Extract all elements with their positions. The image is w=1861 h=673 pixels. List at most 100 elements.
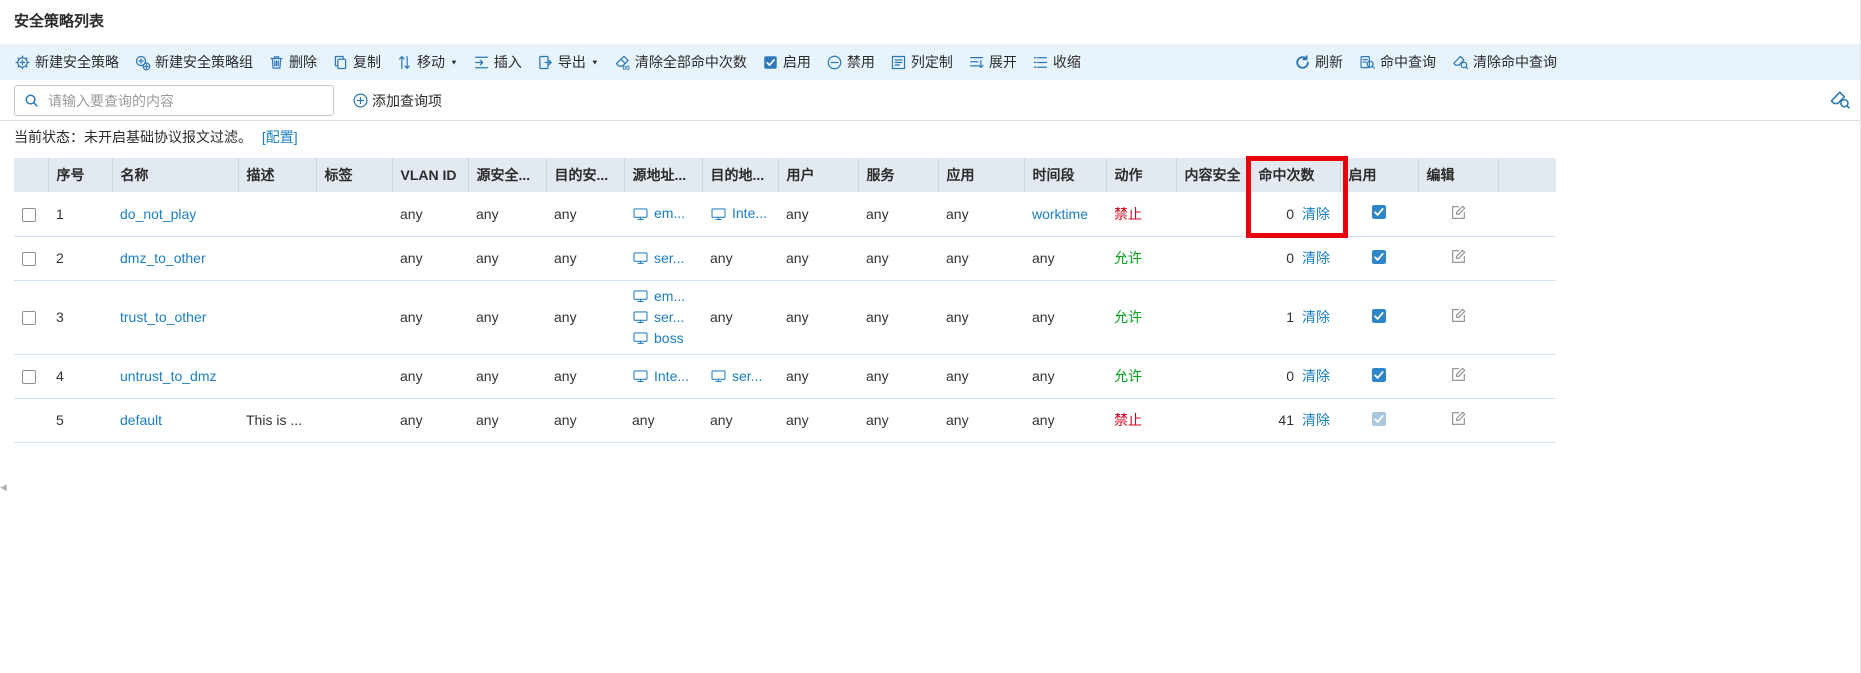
cell-src_zone: any	[476, 412, 499, 428]
toolbar-new-policy-button[interactable]: 新建安全策略	[14, 52, 119, 72]
policy-table: 序号名称描述标签VLAN ID源安全...目的安...源地址...目的地...用…	[14, 158, 1556, 443]
toolbar-move-button[interactable]: 移动▼	[396, 52, 458, 72]
toolbar-delete-button[interactable]: 删除	[268, 52, 317, 72]
config-link[interactable]: [配置]	[262, 129, 298, 145]
policy-table-wrap: 序号名称描述标签VLAN ID源安全...目的安...源地址...目的地...用…	[14, 158, 1556, 443]
toolbar-insert-button[interactable]: 插入	[473, 52, 522, 72]
edit-button[interactable]	[1450, 410, 1467, 427]
destination-address-link[interactable]: Inte...	[732, 203, 767, 224]
cell-user: any	[786, 250, 809, 266]
clear-hit-query-icon	[1452, 54, 1469, 71]
toolbar-copy-button[interactable]: 复制	[332, 52, 381, 72]
search-box[interactable]	[14, 85, 334, 116]
clear-query-button[interactable]	[1829, 89, 1851, 111]
row-select-checkbox[interactable]	[22, 208, 36, 222]
toolbar-export-button[interactable]: 导出▼	[537, 52, 599, 72]
column-header-action[interactable]: 动作	[1106, 158, 1176, 192]
column-header-dst_addr[interactable]: 目的地...	[702, 158, 778, 192]
toolbar-move-label: 移动	[417, 52, 445, 72]
row-seq: 2	[56, 250, 64, 266]
column-header-seq[interactable]: 序号	[48, 158, 112, 192]
column-header-desc[interactable]: 描述	[238, 158, 316, 192]
source-address-link[interactable]: Inte...	[654, 366, 689, 387]
column-header-vlan[interactable]: VLAN ID	[392, 158, 468, 192]
column-header-app[interactable]: 应用	[938, 158, 1024, 192]
enable-checkbox-icon[interactable]	[1371, 204, 1387, 220]
column-header-edit[interactable]: 编辑	[1418, 158, 1498, 192]
column-header-time[interactable]: 时间段	[1024, 158, 1106, 192]
source-address-any: any	[632, 410, 694, 431]
clear-hits-link[interactable]: 清除	[1302, 250, 1330, 266]
row-select-checkbox[interactable]	[22, 311, 36, 325]
toolbar-enable-button[interactable]: 启用	[762, 52, 811, 72]
policy-name-link[interactable]: trust_to_other	[120, 309, 206, 325]
source-address-link[interactable]: em...	[654, 286, 685, 307]
toolbar-column-custom-button[interactable]: 列定制	[890, 52, 953, 72]
search-row: 添加查询项	[0, 80, 1860, 121]
toolbar-refresh-button[interactable]: 刷新	[1294, 52, 1343, 72]
clear-hits-link[interactable]: 清除	[1302, 309, 1330, 325]
column-header-tag[interactable]: 标签	[316, 158, 392, 192]
column-header-name[interactable]: 名称	[112, 158, 238, 192]
clear-hits-link[interactable]: 清除	[1302, 206, 1330, 222]
row-select-checkbox[interactable]	[22, 370, 36, 384]
toolbar-clear-hit-query-button[interactable]: 清除命中查询	[1452, 52, 1557, 72]
cell-vlan: any	[400, 309, 423, 325]
source-address-link[interactable]: ser...	[654, 248, 684, 269]
row-seq: 3	[56, 309, 64, 325]
enable-checkbox-icon[interactable]	[1371, 249, 1387, 265]
toolbar-hit-query-label: 命中查询	[1380, 52, 1436, 72]
cell-dst_zone: any	[554, 412, 577, 428]
column-header-service[interactable]: 服务	[858, 158, 938, 192]
column-header-dst_zone[interactable]: 目的安...	[546, 158, 624, 192]
table-row: 4untrust_to_dmzanyanyanyInte...ser...any…	[14, 354, 1556, 398]
action-label: 禁止	[1114, 412, 1142, 428]
toolbar-collapse-button[interactable]: 收缩	[1032, 52, 1081, 72]
edit-button[interactable]	[1450, 204, 1467, 221]
destination-address-link[interactable]: ser...	[732, 366, 762, 387]
row-desc: This is ...	[246, 412, 302, 428]
policy-name-link[interactable]: do_not_play	[120, 206, 196, 222]
toolbar-new-policy-group-button[interactable]: 新建安全策略组	[134, 52, 253, 72]
source-address-link[interactable]: boss	[654, 328, 684, 349]
search-input[interactable]	[46, 92, 333, 110]
row-select-checkbox[interactable]	[22, 252, 36, 266]
column-header-src_zone[interactable]: 源安全...	[468, 158, 546, 192]
toolbar-delete-label: 删除	[289, 52, 317, 72]
edit-button[interactable]	[1450, 366, 1467, 383]
destination-address-object: ser...	[710, 366, 770, 387]
add-query-button[interactable]: 添加查询项	[352, 80, 442, 121]
source-address-link[interactable]: em...	[654, 203, 685, 224]
edit-icon	[1450, 366, 1467, 383]
column-header-user[interactable]: 用户	[778, 158, 858, 192]
policy-name-link[interactable]: default	[120, 412, 162, 428]
export-icon	[537, 54, 554, 71]
enable-checkbox-icon[interactable]	[1371, 308, 1387, 324]
toolbar-clear-hit-query-label: 清除命中查询	[1473, 52, 1557, 72]
column-header-hits[interactable]: 命中次数	[1250, 158, 1340, 192]
toolbar-expand-button[interactable]: 展开	[968, 52, 1017, 72]
cell-app: any	[946, 412, 969, 428]
clear-hits-link[interactable]: 清除	[1302, 412, 1330, 428]
hit-count-value: 1	[1286, 309, 1294, 325]
enable-checkbox-icon[interactable]	[1371, 411, 1387, 427]
column-header-content[interactable]: 内容安全	[1176, 158, 1250, 192]
toolbar-clear-all-hits-button[interactable]: 00清除全部命中次数	[614, 52, 747, 72]
edit-button[interactable]	[1450, 248, 1467, 265]
collapse-panel-handle[interactable]: ◀	[0, 474, 11, 500]
column-header-src_addr[interactable]: 源地址...	[624, 158, 702, 192]
enable-checkbox-icon[interactable]	[1371, 367, 1387, 383]
clear-hits-link[interactable]: 清除	[1302, 368, 1330, 384]
monitor-icon	[632, 310, 649, 324]
column-header-enable[interactable]: 启用	[1340, 158, 1418, 192]
policy-name-link[interactable]: dmz_to_other	[120, 250, 206, 266]
cell-dst_zone: any	[554, 250, 577, 266]
toolbar-enable-label: 启用	[783, 52, 811, 72]
source-address-link[interactable]: ser...	[654, 307, 684, 328]
policy-name-link[interactable]: untrust_to_dmz	[120, 368, 217, 384]
toolbar-hit-query-button[interactable]: 命中查询	[1359, 52, 1436, 72]
edit-button[interactable]	[1450, 307, 1467, 324]
time-range-link[interactable]: worktime	[1032, 206, 1088, 222]
toolbar-disable-button[interactable]: 禁用	[826, 52, 875, 72]
move-icon	[396, 54, 413, 71]
